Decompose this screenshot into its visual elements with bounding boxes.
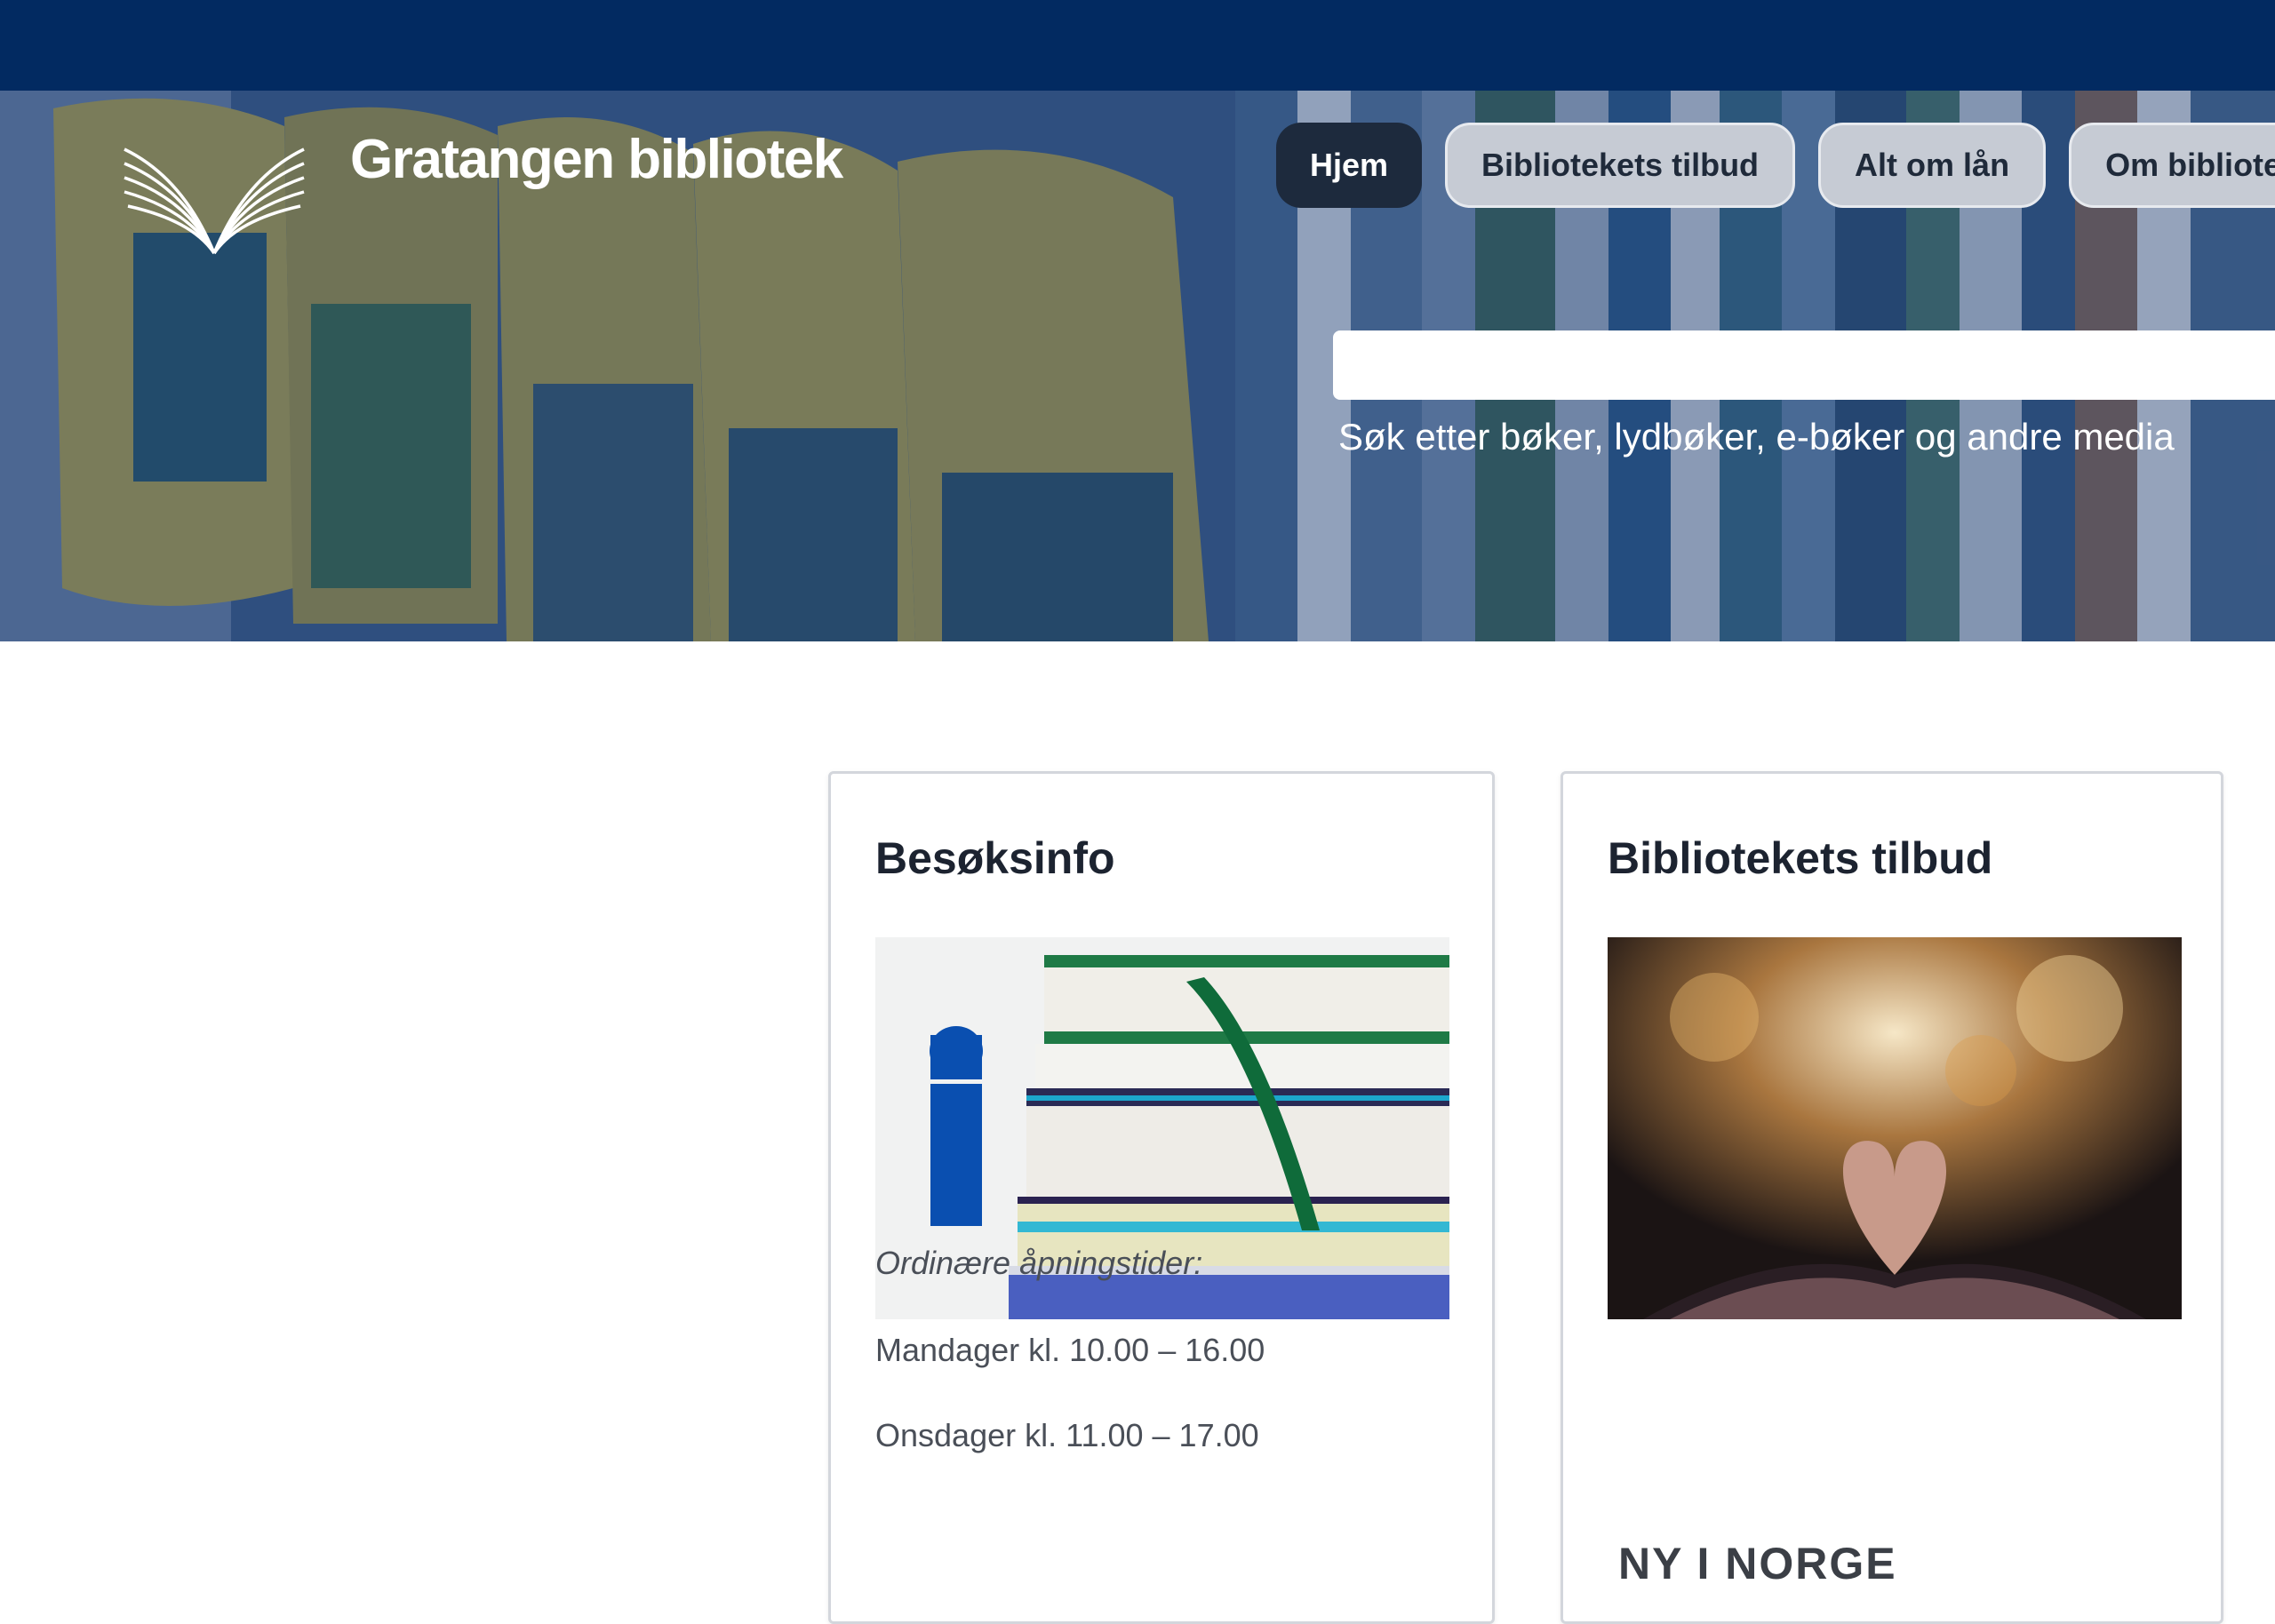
search-hint: Søk etter bøker, lydbøker, e-bøker og an… <box>1338 416 2175 458</box>
nav-item-alt-om-lan[interactable]: Alt om lån <box>1818 123 2047 208</box>
heart-book-image[interactable] <box>1608 937 2182 1319</box>
top-bar <box>0 0 2275 91</box>
nav-item-bibliotekets-tilbud[interactable]: Bibliotekets tilbud <box>1445 123 1796 208</box>
card-besoksinfo: Besøksinfo Ordinære åpningstider: Mandag… <box>828 771 1495 1624</box>
opening-hours-intro: Ordinære åpningstider: <box>875 1245 1203 1281</box>
site-title[interactable]: Gratangen bibliotek <box>350 128 843 191</box>
card-bibliotekets-tilbud: Bibliotekets tilbud NY I NORGE <box>1561 771 2223 1624</box>
opening-hours-wednesday: Onsdager kl. 11.00 – 17.00 <box>875 1417 1259 1453</box>
search-input[interactable] <box>1333 330 2275 400</box>
nav-item-hjem[interactable]: Hjem <box>1276 123 1423 208</box>
main-nav: Hjem Bibliotekets tilbud Alt om lån Om b… <box>1276 123 2275 208</box>
nav-item-om-biblioteket[interactable]: Om biblioteket <box>2069 123 2275 208</box>
hero-banner: Gratangen bibliotek Hjem Bibliotekets ti… <box>0 91 2275 641</box>
open-book-logo-icon[interactable] <box>121 142 307 258</box>
ny-i-norge-label[interactable]: NY I NORGE <box>1618 1538 1897 1589</box>
info-icon <box>930 1026 983 1226</box>
card-title[interactable]: Besøksinfo <box>875 832 1115 884</box>
card-title[interactable]: Bibliotekets tilbud <box>1608 832 1992 884</box>
opening-hours-monday: Mandager kl. 10.00 – 16.00 <box>875 1332 1265 1368</box>
